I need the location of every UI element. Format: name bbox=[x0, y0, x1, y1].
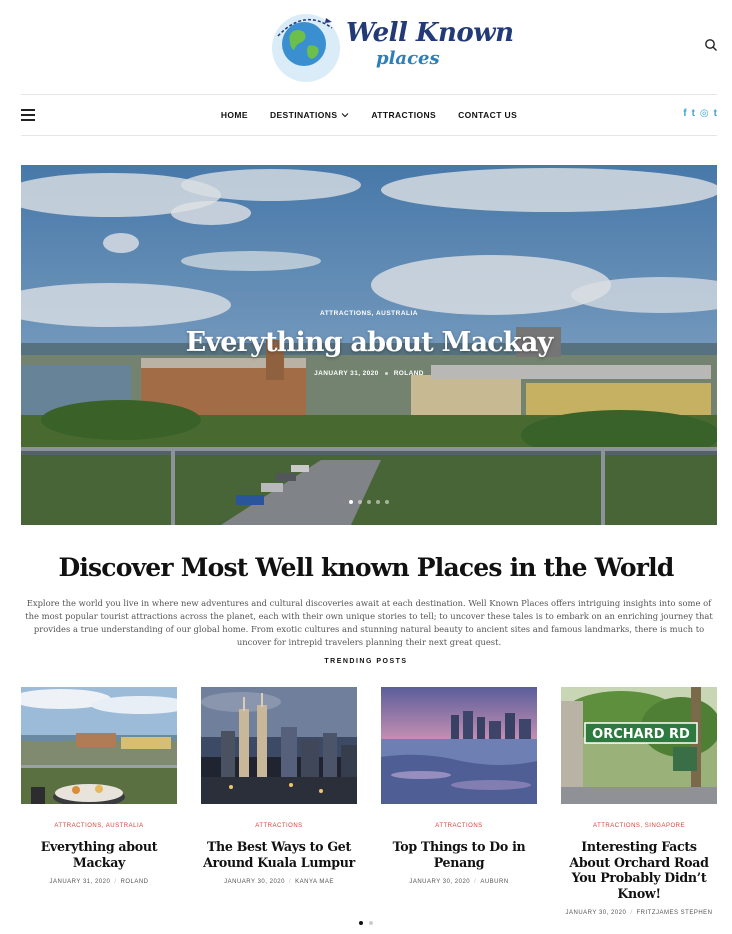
post-title[interactable]: Top Things to Do in Penang bbox=[381, 839, 537, 870]
carousel-pager bbox=[0, 921, 732, 925]
post-meta: JANUARY 30, 2020/AUBURN bbox=[409, 879, 509, 885]
twitter-icon[interactable]: t bbox=[692, 108, 695, 120]
post-author[interactable]: ROLAND bbox=[120, 879, 148, 885]
slider-dot[interactable] bbox=[385, 500, 389, 504]
slider-dot[interactable] bbox=[376, 500, 380, 504]
facebook-icon[interactable]: f bbox=[683, 108, 686, 120]
post-date: JANUARY 31, 2020 bbox=[49, 879, 111, 885]
post-categories[interactable]: ATTRACTIONS, SINGAPORE bbox=[561, 823, 717, 829]
nav-menu: HOME DESTINATIONS ATTRACTIONS CONTACT US bbox=[21, 95, 717, 135]
post-meta: JANUARY 30, 2020/FRITZJAMES STEPHEN bbox=[565, 910, 713, 916]
chevron-down-icon bbox=[341, 113, 349, 118]
site-header: Well Known places bbox=[0, 0, 732, 95]
nav-item-destinations[interactable]: DESTINATIONS bbox=[270, 110, 349, 120]
post-card: ORCHARD RD ATTRACTIONS, SINGAPORE Intere… bbox=[561, 687, 717, 916]
post-meta: JANUARY 30, 2020/KANYA MAE bbox=[224, 879, 334, 885]
intro-paragraph: Explore the world you live in where new … bbox=[25, 598, 713, 647]
slider-dots bbox=[21, 500, 717, 504]
hero-categories[interactable]: ATTRACTIONS, AUSTRALIA bbox=[21, 310, 717, 317]
nav-item-label: HOME bbox=[220, 110, 248, 120]
pager-dot[interactable] bbox=[359, 921, 363, 925]
globe-logo-icon bbox=[272, 14, 340, 82]
nav-item-contact[interactable]: CONTACT US bbox=[458, 110, 517, 120]
hero-date: JANUARY 31, 2020 bbox=[314, 370, 379, 377]
post-author[interactable]: KANYA MAE bbox=[295, 879, 334, 885]
nav-item-label: ATTRACTIONS bbox=[371, 110, 437, 120]
trending-heading: TRENDING POSTS bbox=[324, 658, 408, 665]
slider-dot[interactable] bbox=[367, 500, 371, 504]
post-thumbnail[interactable] bbox=[201, 687, 357, 804]
post-title[interactable]: The Best Ways to Get Around Kuala Lumpur bbox=[201, 839, 357, 870]
logo-subtitle: places bbox=[376, 48, 440, 69]
post-card: ATTRACTIONS, AUSTRALIA Everything about … bbox=[21, 687, 177, 885]
social-links: f t ◎ t bbox=[683, 108, 717, 120]
post-date: JANUARY 30, 2020 bbox=[224, 879, 285, 885]
main-navigation: HOME DESTINATIONS ATTRACTIONS CONTACT US… bbox=[21, 94, 717, 136]
hero-meta: JANUARY 31, 2020 ROLAND bbox=[21, 370, 717, 377]
logo-title: Well Known bbox=[346, 18, 514, 48]
site-logo[interactable]: Well Known places bbox=[268, 6, 514, 86]
separator-dot bbox=[384, 371, 388, 375]
post-card: ATTRACTIONS Top Things to Do in Penang J… bbox=[381, 687, 537, 885]
slider-dot[interactable] bbox=[349, 500, 353, 504]
post-thumbnail[interactable] bbox=[21, 687, 177, 804]
nav-item-home[interactable]: HOME bbox=[221, 110, 248, 120]
search-icon[interactable] bbox=[704, 38, 718, 52]
post-thumbnail[interactable] bbox=[381, 687, 537, 804]
post-categories[interactable]: ATTRACTIONS bbox=[201, 823, 357, 829]
pager-dot[interactable] bbox=[369, 921, 373, 925]
instagram-icon[interactable]: ◎ bbox=[700, 108, 709, 120]
post-title[interactable]: Everything about Mackay bbox=[21, 839, 177, 870]
post-categories[interactable]: ATTRACTIONS bbox=[381, 823, 537, 829]
post-title[interactable]: Interesting Facts About Orchard Road You… bbox=[561, 839, 717, 901]
tumblr-icon[interactable]: t bbox=[714, 108, 717, 120]
street-sign-text: ORCHARD RD bbox=[592, 727, 690, 742]
post-author[interactable]: AUBURN bbox=[480, 879, 508, 885]
hero-title[interactable]: Everything about Mackay bbox=[21, 327, 717, 358]
nav-item-label: CONTACT US bbox=[458, 110, 518, 120]
hero-slider[interactable]: ATTRACTIONS, AUSTRALIA Everything about … bbox=[21, 165, 717, 525]
nav-item-attractions[interactable]: ATTRACTIONS bbox=[371, 110, 436, 120]
slider-dot[interactable] bbox=[358, 500, 362, 504]
post-card: ATTRACTIONS The Best Ways to Get Around … bbox=[201, 687, 357, 885]
post-date: JANUARY 30, 2020 bbox=[409, 879, 471, 885]
section-title: Discover Most Well known Places in the W… bbox=[58, 553, 674, 582]
nav-item-label: DESTINATIONS bbox=[269, 110, 338, 120]
post-categories[interactable]: ATTRACTIONS, AUSTRALIA bbox=[21, 823, 177, 829]
post-date: JANUARY 30, 2020 bbox=[565, 910, 627, 916]
post-author[interactable]: FRITZJAMES STEPHEN bbox=[636, 910, 712, 916]
hero-author[interactable]: ROLAND bbox=[394, 370, 424, 377]
post-meta: JANUARY 31, 2020/ROLAND bbox=[49, 879, 149, 885]
post-thumbnail[interactable]: ORCHARD RD bbox=[561, 687, 717, 804]
